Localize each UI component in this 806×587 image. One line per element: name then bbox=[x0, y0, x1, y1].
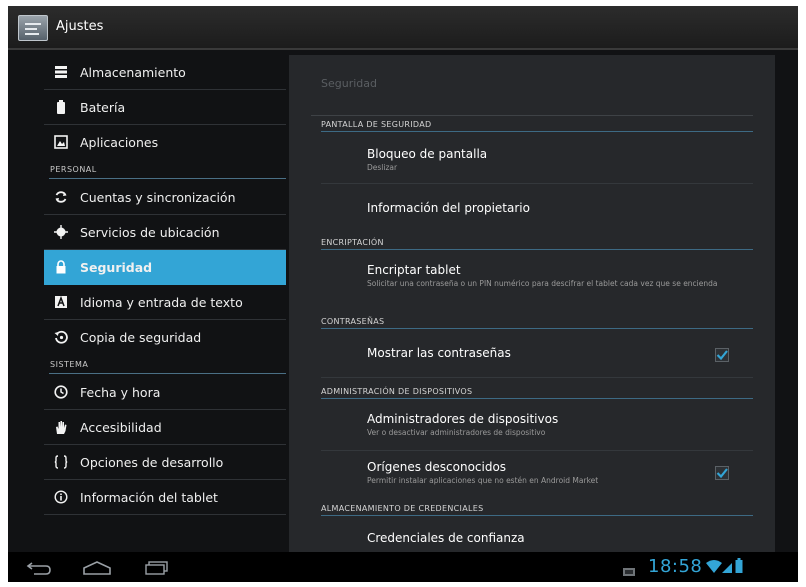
pref-origenes-desconocidos[interactable]: Orígenes desconocidos Permitir instalar … bbox=[367, 460, 749, 485]
nav-item-label: Accesibilidad bbox=[80, 420, 162, 435]
pref-summary: Permitir instalar aplicaciones que no es… bbox=[367, 476, 599, 485]
nav-item-label: Cuentas y sincronización bbox=[80, 190, 236, 205]
security-panel: Seguridad PANTALLA DE SEGURIDAD Bloqueo … bbox=[289, 55, 775, 552]
nav-item-cuentas[interactable]: Cuentas y sincronización bbox=[44, 180, 286, 215]
wifi-icon bbox=[706, 559, 722, 578]
nav-item-fecha[interactable]: Fecha y hora bbox=[44, 375, 286, 410]
pref-title: Credenciales de confianza bbox=[367, 531, 525, 545]
nav-item-almacenamiento[interactable]: Almacenamiento bbox=[44, 55, 286, 90]
recent-apps-icon[interactable] bbox=[144, 560, 170, 579]
nav-item-label: Idioma y entrada de texto bbox=[80, 295, 243, 310]
backup-icon bbox=[54, 330, 68, 344]
signal-icon bbox=[722, 559, 732, 578]
nav-item-label: Servicios de ubicación bbox=[80, 225, 220, 240]
pref-bloqueo-de-pantalla[interactable]: Bloqueo de pantalla Deslizar bbox=[367, 147, 749, 172]
section-encriptacion: ENCRIPTACIÓN bbox=[321, 236, 753, 250]
panel-title: Seguridad bbox=[321, 77, 377, 90]
headers-list: Almacenamiento Batería Aplicaciones PERS… bbox=[44, 55, 286, 552]
section-administracion-dispositivos: ADMINISTRACIÓN DE DISPOSITIVOS bbox=[321, 385, 753, 399]
section-contrasenas: CONTRASEÑAS bbox=[321, 315, 753, 329]
tablet-screen: Ajustes Almacenamiento Batería Aplicacio… bbox=[8, 6, 798, 582]
pref-summary: Deslizar bbox=[367, 163, 398, 172]
check-icon bbox=[715, 466, 729, 480]
nav-item-label: Seguridad bbox=[80, 260, 153, 275]
pref-credenciales-confianza[interactable]: Credenciales de confianza bbox=[367, 531, 749, 545]
pref-title: Encriptar tablet bbox=[367, 263, 461, 277]
info-icon bbox=[54, 490, 68, 504]
pref-summary: Solicitar una contraseña o un PIN numéri… bbox=[367, 279, 718, 288]
divider bbox=[321, 183, 753, 184]
nav-item-label: Almacenamiento bbox=[80, 65, 186, 80]
nav-item-idioma[interactable]: Idioma y entrada de texto bbox=[44, 285, 286, 320]
apps-icon bbox=[54, 135, 68, 149]
pref-summary: Ver o desactivar administradores de disp… bbox=[367, 428, 546, 437]
nav-item-informacion[interactable]: Información del tablet bbox=[44, 480, 286, 515]
braces-icon bbox=[54, 455, 68, 469]
section-header-personal: PERSONAL bbox=[49, 161, 286, 179]
back-icon[interactable] bbox=[26, 560, 52, 579]
title-divider bbox=[311, 115, 753, 116]
pref-title: Mostrar las contraseñas bbox=[367, 346, 511, 360]
battery-status-icon bbox=[735, 558, 743, 578]
pref-title: Orígenes desconocidos bbox=[367, 460, 507, 474]
nav-item-copia[interactable]: Copia de seguridad bbox=[44, 320, 286, 355]
divider bbox=[321, 450, 753, 451]
pref-administradores-dispositivos[interactable]: Administradores de dispositivos Ver o de… bbox=[367, 412, 749, 437]
pref-mostrar-contrasenas[interactable]: Mostrar las contraseñas bbox=[367, 346, 749, 360]
nav-item-label: Aplicaciones bbox=[80, 135, 159, 150]
nav-item-accesibilidad[interactable]: Accesibilidad bbox=[44, 410, 286, 445]
nav-item-desarrollo[interactable]: Opciones de desarrollo bbox=[44, 445, 286, 480]
pref-title: Información del propietario bbox=[367, 201, 530, 215]
checkbox-origenes-desconocidos[interactable] bbox=[715, 465, 729, 480]
section-pantalla-de-seguridad: PANTALLA DE SEGURIDAD bbox=[321, 118, 753, 132]
nav-item-label: Opciones de desarrollo bbox=[80, 455, 224, 470]
nav-item-ubicacion[interactable]: Servicios de ubicación bbox=[44, 215, 286, 250]
settings-app-icon[interactable] bbox=[18, 15, 48, 41]
home-icon[interactable] bbox=[82, 560, 112, 579]
section-header-sistema: SISTEMA bbox=[49, 356, 286, 374]
pref-informacion-propietario[interactable]: Información del propietario bbox=[367, 201, 749, 215]
notification-icon[interactable] bbox=[623, 562, 635, 581]
clock-icon bbox=[54, 385, 68, 399]
lock-icon bbox=[54, 260, 68, 274]
sync-icon bbox=[54, 190, 68, 204]
language-icon bbox=[54, 295, 68, 309]
nav-item-label: Batería bbox=[80, 100, 126, 115]
divider bbox=[321, 377, 753, 378]
location-icon bbox=[54, 225, 68, 239]
nav-item-label: Información del tablet bbox=[80, 490, 218, 505]
nav-item-aplicaciones[interactable]: Aplicaciones bbox=[44, 125, 286, 160]
settings-content: Almacenamiento Batería Aplicaciones PERS… bbox=[8, 50, 798, 552]
nav-item-bateria[interactable]: Batería bbox=[44, 90, 286, 125]
pref-title: Administradores de dispositivos bbox=[367, 412, 559, 426]
storage-icon bbox=[54, 65, 68, 79]
status-clock: 18:58 bbox=[648, 556, 703, 577]
pref-encriptar-tablet[interactable]: Encriptar tablet Solicitar una contraseñ… bbox=[367, 263, 749, 288]
action-bar: Ajustes bbox=[8, 6, 798, 50]
app-title: Ajustes bbox=[56, 19, 104, 34]
section-almacenamiento-credenciales: ALMACENAMIENTO DE CREDENCIALES bbox=[321, 502, 753, 516]
hand-icon bbox=[54, 420, 68, 434]
checkbox-mostrar-contrasenas[interactable] bbox=[715, 347, 729, 362]
battery-icon bbox=[54, 100, 68, 114]
system-navigation-bar: 18:58 bbox=[8, 552, 798, 582]
check-icon bbox=[715, 348, 729, 362]
nav-item-label: Copia de seguridad bbox=[80, 330, 202, 345]
pref-title: Bloqueo de pantalla bbox=[367, 147, 488, 161]
nav-item-seguridad[interactable]: Seguridad bbox=[44, 250, 286, 285]
nav-item-label: Fecha y hora bbox=[80, 385, 161, 400]
